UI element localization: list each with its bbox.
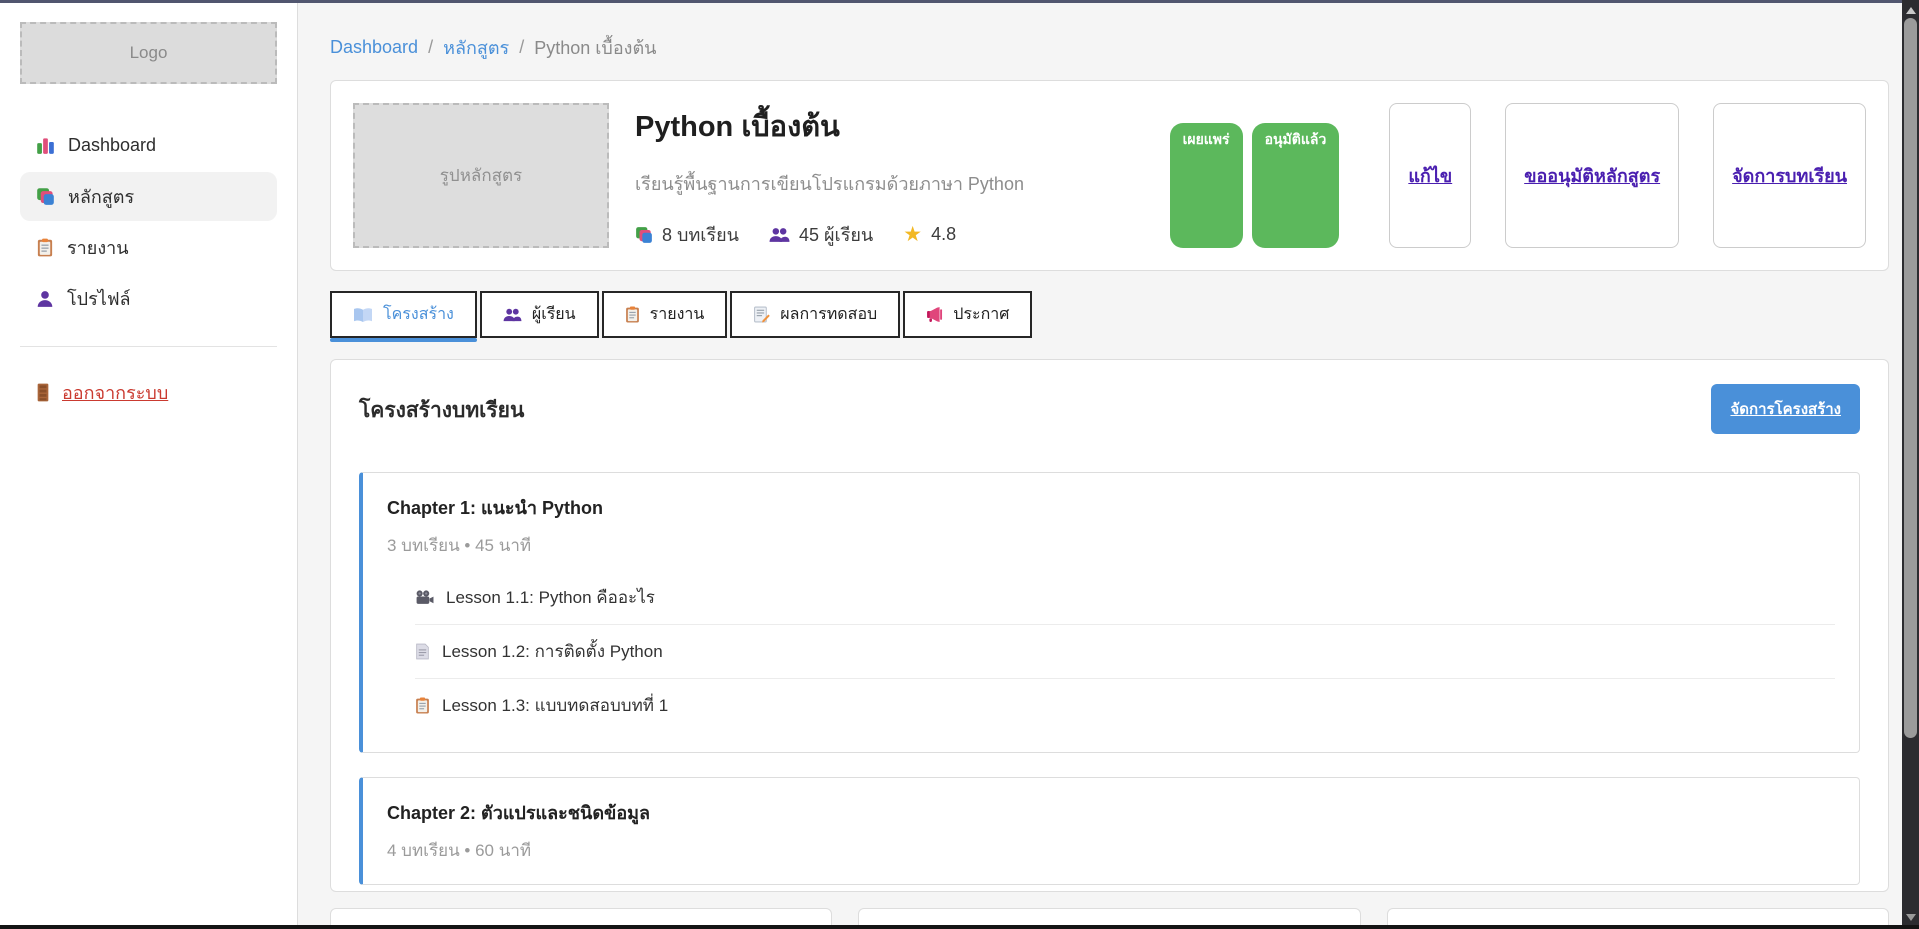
tab-structure[interactable]: โครงสร้าง bbox=[330, 291, 477, 338]
megaphone-icon bbox=[926, 306, 943, 323]
sidebar-item-label: หลักสูตร bbox=[68, 182, 134, 211]
student-count-label: 45 ผู้เรียน bbox=[799, 220, 873, 249]
chapter-card-2: Chapter 2: ตัวแปรและชนิดข้อมูล 4 บทเรียน… bbox=[359, 777, 1860, 885]
breadcrumb-separator: / bbox=[519, 37, 524, 58]
tab-label: รายงาน bbox=[650, 302, 705, 327]
vertical-scrollbar[interactable] bbox=[1902, 0, 1919, 929]
users-icon bbox=[769, 226, 790, 243]
chapter-title: Chapter 2: ตัวแปรและชนิดข้อมูล bbox=[387, 798, 1835, 827]
sidebar-item-label: รายงาน bbox=[67, 233, 129, 262]
sidebar-item-profile[interactable]: โปรไฟล์ bbox=[20, 274, 277, 323]
tab-test-results[interactable]: ผลการทดสอบ bbox=[730, 291, 900, 338]
tab-label: ประกาศ bbox=[953, 302, 1009, 327]
scroll-down-arrow-icon[interactable] bbox=[1902, 909, 1919, 925]
request-approval-button[interactable]: ขออนุมัติหลักสูตร bbox=[1505, 103, 1679, 248]
course-title: Python เบื้องต้น bbox=[635, 103, 1144, 149]
logo-placeholder: Logo bbox=[20, 22, 277, 84]
books-icon bbox=[635, 226, 653, 244]
course-header-card: รูปหลักสูตร Python เบื้องต้น เรียนรู้พื้… bbox=[330, 80, 1889, 271]
clipboard-icon bbox=[625, 306, 640, 323]
tab-announcements[interactable]: ประกาศ bbox=[903, 291, 1032, 338]
users-icon bbox=[503, 307, 522, 322]
breadcrumb-current: Python เบื้องต้น bbox=[534, 33, 656, 62]
course-image-placeholder: รูปหลักสูตร bbox=[353, 103, 609, 248]
tab-label: โครงสร้าง bbox=[383, 302, 454, 327]
document-icon bbox=[415, 643, 430, 660]
lesson-list: Lesson 1.1: Python คืออะไร Lesson 1.2: ก… bbox=[415, 571, 1835, 732]
edit-course-link[interactable]: แก้ไข bbox=[1408, 161, 1452, 190]
lesson-row[interactable]: Lesson 1.3: แบบทดสอบบทที่ 1 bbox=[415, 678, 1835, 732]
open-book-icon bbox=[353, 307, 373, 323]
edit-course-button[interactable]: แก้ไข bbox=[1389, 103, 1471, 248]
request-approval-link[interactable]: ขออนุมัติหลักสูตร bbox=[1524, 161, 1660, 190]
lesson-count-label: 8 บทเรียน bbox=[662, 220, 739, 249]
course-image-label: รูปหลักสูตร bbox=[440, 162, 522, 189]
main-content: Dashboard / หลักสูตร / Python เบื้องต้น … bbox=[298, 3, 1919, 929]
chapter-card-1: Chapter 1: แนะนำ Python 3 บทเรียน • 45 น… bbox=[359, 472, 1860, 753]
sidebar-nav: Dashboard หลักสูตร รายงาน bbox=[0, 120, 297, 324]
person-icon bbox=[36, 290, 54, 308]
course-tabs: โครงสร้าง ผู้เรียน รายงาน bbox=[330, 291, 1889, 338]
bar-chart-icon bbox=[36, 136, 55, 155]
lesson-title: Lesson 1.1: Python คืออะไร bbox=[446, 584, 655, 611]
sidebar: Logo Dashboard หลักสูตร bbox=[0, 3, 298, 929]
manage-lessons-button[interactable]: จัดการบทเรียน bbox=[1713, 103, 1866, 248]
sidebar-divider bbox=[20, 346, 277, 347]
logout-label: ออกจากระบบ bbox=[62, 378, 168, 407]
sidebar-item-label: Dashboard bbox=[68, 135, 156, 156]
breadcrumb-link-dashboard[interactable]: Dashboard bbox=[330, 37, 418, 58]
video-camera-icon bbox=[415, 590, 434, 605]
approved-badge: อนุมัติแล้ว bbox=[1252, 123, 1340, 248]
breadcrumb-separator: / bbox=[428, 37, 433, 58]
clipboard-icon bbox=[36, 238, 54, 257]
course-description: เรียนรู้พื้นฐานการเขียนโปรแกรมด้วยภาษา P… bbox=[635, 169, 1144, 198]
structure-heading: โครงสร้างบทเรียน bbox=[359, 394, 524, 427]
books-icon bbox=[36, 187, 55, 206]
rating-value: 4.8 bbox=[931, 224, 956, 245]
star-icon: ★ bbox=[903, 224, 922, 245]
student-count-stat: 45 ผู้เรียน bbox=[769, 220, 873, 249]
tab-students[interactable]: ผู้เรียน bbox=[480, 291, 599, 338]
chapter-meta: 3 บทเรียน • 45 นาที bbox=[387, 532, 1835, 559]
window-bottom-border bbox=[0, 925, 1919, 929]
tab-label: ผลการทดสอบ bbox=[780, 302, 877, 327]
chapter-meta: 4 บทเรียน • 60 นาที bbox=[387, 837, 1835, 864]
rating-stat: ★ 4.8 bbox=[903, 224, 956, 245]
door-logout-icon bbox=[36, 383, 50, 402]
lesson-row[interactable]: Lesson 1.1: Python คืออะไร bbox=[415, 571, 1835, 624]
app-window: Logo Dashboard หลักสูตร bbox=[0, 0, 1919, 929]
lesson-row[interactable]: Lesson 1.2: การติดตั้ง Python bbox=[415, 624, 1835, 678]
sidebar-item-dashboard[interactable]: Dashboard bbox=[20, 121, 277, 170]
memo-pencil-icon bbox=[753, 306, 770, 323]
course-info: Python เบื้องต้น เรียนรู้พื้นฐานการเขียน… bbox=[635, 103, 1144, 248]
clipboard-icon bbox=[415, 697, 430, 714]
manage-structure-button[interactable]: จัดการโครงสร้าง bbox=[1711, 384, 1860, 434]
logo-text: Logo bbox=[130, 43, 168, 63]
scroll-up-arrow-icon[interactable] bbox=[1902, 2, 1919, 18]
breadcrumb: Dashboard / หลักสูตร / Python เบื้องต้น bbox=[330, 33, 1889, 62]
sidebar-item-reports[interactable]: รายงาน bbox=[20, 223, 277, 272]
chapter-title: Chapter 1: แนะนำ Python bbox=[387, 493, 1835, 522]
structure-panel: โครงสร้างบทเรียน จัดการโครงสร้าง Chapter… bbox=[330, 359, 1889, 892]
tab-label: ผู้เรียน bbox=[532, 302, 576, 327]
published-badge: เผยแพร่ bbox=[1170, 123, 1243, 248]
status-badges: เผยแพร่ อนุมัติแล้ว bbox=[1170, 123, 1340, 248]
lesson-title: Lesson 1.3: แบบทดสอบบทที่ 1 bbox=[442, 692, 668, 719]
course-stats: 8 บทเรียน 45 ผู้เรียน ★ 4.8 bbox=[635, 220, 1144, 249]
manage-lessons-link[interactable]: จัดการบทเรียน bbox=[1732, 161, 1847, 190]
logout-button[interactable]: ออกจากระบบ bbox=[20, 369, 277, 415]
tab-reports[interactable]: รายงาน bbox=[602, 291, 728, 338]
scrollbar-thumb[interactable] bbox=[1904, 18, 1917, 738]
lesson-count-stat: 8 บทเรียน bbox=[635, 220, 739, 249]
sidebar-item-label: โปรไฟล์ bbox=[67, 284, 131, 313]
lesson-title: Lesson 1.2: การติดตั้ง Python bbox=[442, 638, 663, 665]
breadcrumb-link-courses[interactable]: หลักสูตร bbox=[443, 33, 509, 62]
sidebar-item-courses[interactable]: หลักสูตร bbox=[20, 172, 277, 221]
